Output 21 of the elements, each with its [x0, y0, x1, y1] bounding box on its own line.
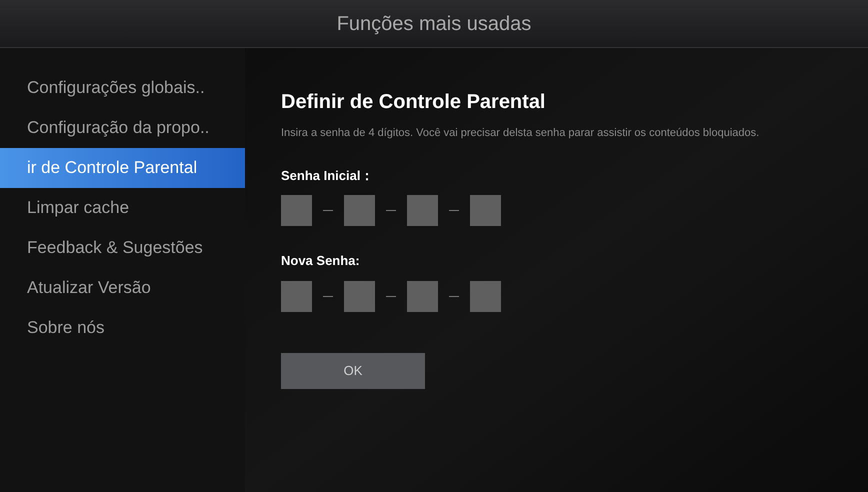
- sidebar-item[interactable]: Atualizar Versão: [0, 268, 245, 308]
- digit-field[interactable]: [281, 280, 312, 312]
- digit-field[interactable]: [344, 280, 375, 312]
- sidebar-item[interactable]: Sobre nós: [0, 308, 245, 348]
- sidebar-item[interactable]: Limpar cache: [0, 188, 245, 228]
- digit-field[interactable]: [470, 280, 501, 312]
- digit-field[interactable]: [470, 195, 501, 226]
- description-text: Insira a senha de 4 dígitos. Você vai precisar delsta senha parar assistir os conteúdos bloquiados.: [281, 126, 760, 141]
- digit-field[interactable]: [281, 195, 312, 226]
- sidebar-item[interactable]: Configurações globais..: [0, 68, 245, 108]
- sidebar-item[interactable]: Configuração da propo..: [0, 108, 245, 148]
- sidebar-item[interactable]: Feedback & Sugestões: [0, 228, 245, 268]
- digit-field[interactable]: [407, 280, 438, 312]
- content-title: Definir de Controle Parental: [281, 92, 546, 112]
- field-label: Nova Senha:: [281, 252, 361, 270]
- sidebar-item[interactable]: ir de Controle Parental: [0, 148, 245, 188]
- digit-field[interactable]: [344, 195, 375, 226]
- digit-field[interactable]: [407, 195, 438, 226]
- field-label: Senha Inicial：: [281, 166, 374, 184]
- header-title: Funções mais usadas: [336, 12, 532, 36]
- ok-button[interactable]: OK: [281, 352, 425, 388]
